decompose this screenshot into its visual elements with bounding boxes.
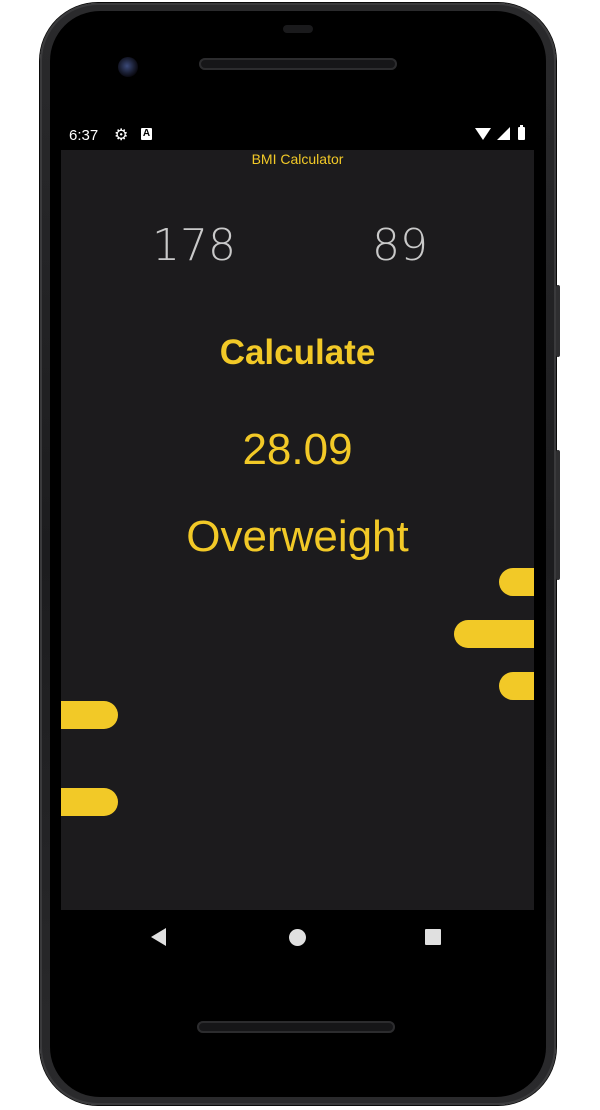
app-screen: BMI Calculator 178 89 Calculate 28.09 Ov…: [61, 150, 534, 910]
home-icon[interactable]: [289, 929, 306, 946]
decorative-pill: [61, 701, 118, 729]
status-time: 6:37: [69, 127, 99, 144]
height-value[interactable]: 178: [152, 220, 236, 271]
navigation-bar: [61, 910, 534, 964]
recents-icon[interactable]: [425, 929, 441, 945]
decorative-pill: [454, 620, 534, 648]
battery-icon: [518, 125, 525, 140]
power-button: [556, 285, 560, 357]
front-camera: [118, 57, 138, 77]
earpiece-speaker: [199, 58, 397, 70]
status-bar: 6:37 ⚙ A: [61, 122, 534, 150]
bmi-category: Overweight: [186, 512, 409, 561]
volume-button: [556, 450, 560, 580]
wifi-icon: [475, 128, 491, 140]
a-icon: A: [141, 128, 152, 140]
bmi-result: 28.09: [242, 425, 353, 474]
bottom-speaker: [197, 1021, 395, 1033]
calculate-button[interactable]: Calculate: [61, 333, 534, 373]
sensor: [283, 25, 313, 33]
decorative-pill: [61, 788, 118, 816]
signal-icon: [497, 127, 510, 140]
decorative-pill: [499, 568, 534, 596]
app-title: BMI Calculator: [251, 151, 344, 167]
gear-icon: ⚙: [114, 127, 129, 144]
decorative-pill: [499, 672, 534, 700]
back-icon[interactable]: [151, 928, 166, 946]
weight-value[interactable]: 89: [372, 220, 428, 271]
